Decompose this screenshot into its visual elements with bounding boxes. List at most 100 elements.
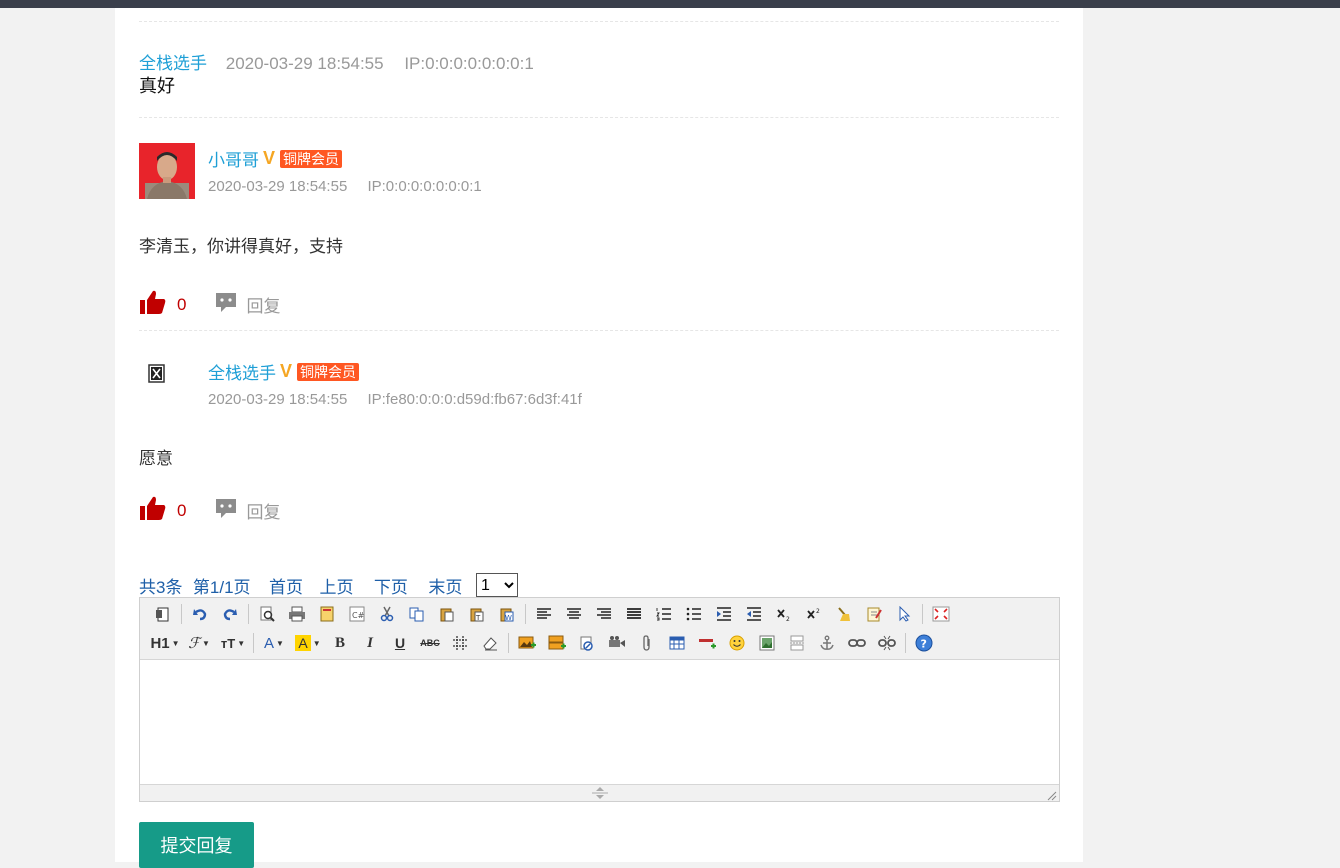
template-icon[interactable] bbox=[312, 602, 342, 626]
align-left-icon[interactable] bbox=[529, 602, 559, 626]
pager-last-link[interactable]: 末页 bbox=[428, 578, 462, 597]
heading-select[interactable]: H1 ▼ bbox=[148, 631, 182, 655]
corner-resize-icon[interactable] bbox=[1047, 788, 1057, 806]
link-icon[interactable] bbox=[842, 631, 872, 655]
verified-icon: V bbox=[263, 148, 276, 168]
divider bbox=[139, 21, 1059, 22]
pager-total: 共3条 bbox=[139, 578, 183, 597]
pager-page-info: 第1/1页 bbox=[192, 578, 251, 597]
comment-meta: 2020-03-29 18:54:55 IP:fe80:0:0:0:d59d:f… bbox=[208, 391, 582, 408]
print-icon[interactable] bbox=[282, 602, 312, 626]
svg-text:2: 2 bbox=[816, 608, 820, 615]
anchor-icon[interactable] bbox=[812, 631, 842, 655]
toolbar-separator bbox=[905, 633, 906, 653]
source-code-icon[interactable] bbox=[148, 602, 178, 626]
comment-meta: 2020-03-29 18:54:55 IP:0:0:0:0:0:0:0:1 bbox=[208, 178, 482, 195]
indent-icon[interactable] bbox=[709, 602, 739, 626]
like-count: 0 bbox=[177, 294, 187, 314]
table-icon[interactable] bbox=[662, 631, 692, 655]
rich-text-editor: C# T W 2 2 H1 ▼ ℱ ▼ тT ▼ A ▼ A ▼ B I U A… bbox=[139, 597, 1060, 802]
align-right-icon[interactable] bbox=[589, 602, 619, 626]
underline-icon[interactable]: U bbox=[385, 631, 415, 655]
reply-icon[interactable] bbox=[214, 291, 238, 318]
editor-content-area[interactable] bbox=[140, 660, 1059, 784]
divider bbox=[139, 117, 1059, 118]
select-all-icon[interactable] bbox=[889, 602, 919, 626]
format-painter-icon[interactable] bbox=[859, 602, 889, 626]
reply-link[interactable]: 回复 bbox=[246, 292, 280, 317]
help-icon[interactable]: ? bbox=[909, 631, 939, 655]
comment-text: 真好 bbox=[139, 76, 175, 96]
pager-next-link[interactable]: 下页 bbox=[374, 578, 408, 597]
like-count: 0 bbox=[177, 500, 187, 520]
code-block-icon[interactable]: C# bbox=[342, 602, 372, 626]
thumbs-up-icon[interactable] bbox=[139, 288, 167, 321]
align-justify-icon[interactable] bbox=[619, 602, 649, 626]
insert-image-icon[interactable] bbox=[512, 631, 542, 655]
video-icon[interactable] bbox=[602, 631, 632, 655]
superscript-icon[interactable]: 2 bbox=[799, 602, 829, 626]
comment-author-link[interactable]: 全栈选手 bbox=[208, 359, 276, 384]
image-icon[interactable] bbox=[752, 631, 782, 655]
copy-icon[interactable] bbox=[402, 602, 432, 626]
strikethrough-icon[interactable]: ABC bbox=[415, 631, 445, 655]
editor-toolbar: C# T W 2 2 H1 ▼ ℱ ▼ тT ▼ A ▼ A ▼ B I U A… bbox=[140, 598, 1059, 660]
italic-icon[interactable]: I bbox=[355, 631, 385, 655]
pager-prev-link[interactable]: 上页 bbox=[319, 578, 353, 597]
svg-text:T: T bbox=[475, 614, 481, 622]
avatar-broken-image-icon[interactable] bbox=[139, 356, 195, 412]
avatar[interactable] bbox=[139, 143, 195, 199]
fullscreen-icon[interactable] bbox=[926, 602, 956, 626]
resize-handle-icon[interactable] bbox=[590, 786, 610, 805]
cut-icon[interactable] bbox=[372, 602, 402, 626]
reply-link[interactable]: 回复 bbox=[246, 498, 280, 523]
subscript-icon[interactable]: 2 bbox=[769, 602, 799, 626]
attachment-icon[interactable] bbox=[632, 631, 662, 655]
undo-icon[interactable] bbox=[185, 602, 215, 626]
horizontal-rule-icon[interactable] bbox=[445, 631, 475, 655]
paste-word-icon[interactable]: W bbox=[492, 602, 522, 626]
submit-reply-button[interactable]: 提交回复 bbox=[139, 822, 254, 868]
ordered-list-icon[interactable] bbox=[649, 602, 679, 626]
redo-icon[interactable] bbox=[215, 602, 245, 626]
bold-icon[interactable]: B bbox=[325, 631, 355, 655]
comment-ip: IP:fe80:0:0:0:d59d:fb67:6d3f:41f bbox=[367, 391, 582, 408]
pager-first-link[interactable]: 首页 bbox=[269, 578, 303, 597]
reply-icon[interactable] bbox=[214, 497, 238, 524]
eraser-icon[interactable] bbox=[475, 631, 505, 655]
font-family-icon[interactable]: ℱ ▼ bbox=[182, 631, 216, 655]
clear-format-icon[interactable] bbox=[829, 602, 859, 626]
comment-actions: 0 回复 bbox=[139, 288, 280, 321]
comment-panel: 全栈选手 2020-03-29 18:54:55 IP:0:0:0:0:0:0:… bbox=[115, 8, 1083, 868]
pager-page-select[interactable]: 1 bbox=[476, 573, 518, 597]
unlink-icon[interactable] bbox=[872, 631, 902, 655]
comment-time: 2020-03-29 18:54:55 bbox=[208, 178, 348, 195]
member-level-badge: 铜牌会员 bbox=[280, 149, 343, 168]
font-color-icon[interactable]: A ▼ bbox=[257, 631, 291, 655]
page-break-icon[interactable] bbox=[782, 631, 812, 655]
comment-author-link[interactable]: 全栈选手 bbox=[139, 54, 207, 73]
comment-author-link[interactable]: 小哥哥 bbox=[208, 146, 259, 171]
comment-ip: IP:0:0:0:0:0:0:0:1 bbox=[367, 178, 482, 195]
svg-text:?: ? bbox=[921, 638, 927, 651]
outdent-icon[interactable] bbox=[739, 602, 769, 626]
align-center-icon[interactable] bbox=[559, 602, 589, 626]
svg-text:W: W bbox=[505, 614, 512, 622]
verified-icon: V bbox=[280, 361, 293, 381]
emoticon-icon[interactable] bbox=[722, 631, 752, 655]
pagination: 共3条 第1/1页 首页 上页 下页 末页 bbox=[139, 573, 462, 598]
bullet-list-icon[interactable] bbox=[679, 602, 709, 626]
thumbs-up-icon[interactable] bbox=[139, 494, 167, 527]
divider bbox=[139, 330, 1059, 331]
paste-icon[interactable] bbox=[432, 602, 462, 626]
preview-icon[interactable] bbox=[252, 602, 282, 626]
font-size-icon[interactable]: тT ▼ bbox=[216, 631, 250, 655]
paste-text-icon[interactable]: T bbox=[462, 602, 492, 626]
toolbar-separator bbox=[181, 604, 182, 624]
highlight-color-icon[interactable]: A ▼ bbox=[291, 631, 325, 655]
toolbar-row-1: C# T W 2 2 bbox=[148, 600, 956, 628]
editor-statusbar bbox=[140, 784, 1059, 801]
multi-image-icon[interactable] bbox=[542, 631, 572, 655]
insert-hr-icon[interactable] bbox=[692, 631, 722, 655]
flash-icon[interactable] bbox=[572, 631, 602, 655]
